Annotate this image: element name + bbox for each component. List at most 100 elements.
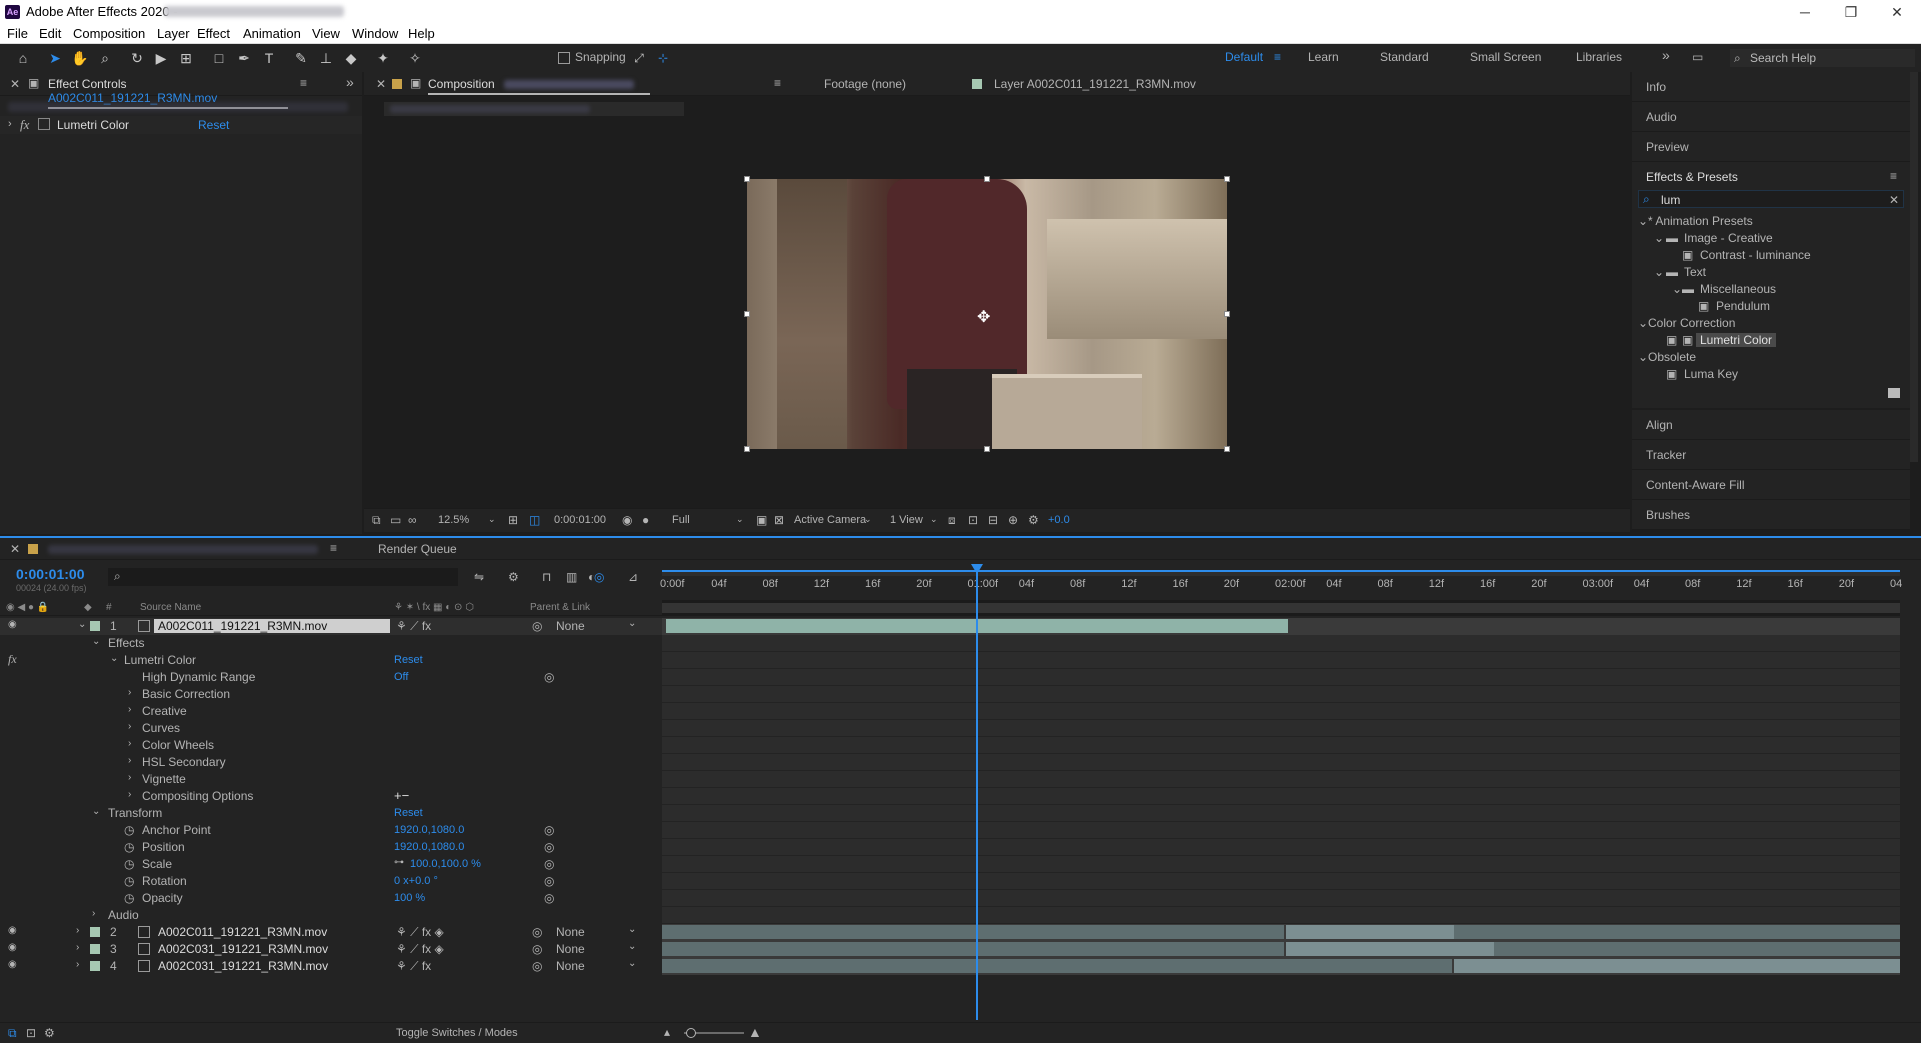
property-value[interactable]: 100.0,100.0 %: [410, 858, 481, 870]
transform-reset-link[interactable]: Reset: [394, 807, 423, 819]
frame-handle-tl[interactable]: [744, 176, 750, 182]
chevron-right-icon[interactable]: ›: [128, 687, 131, 698]
workspace-small-screen[interactable]: Small Screen: [1470, 50, 1541, 64]
snapping-checkbox[interactable]: [558, 52, 570, 64]
clone-stamp-tool-icon[interactable]: ⊥: [315, 47, 337, 69]
stopwatch-icon[interactable]: ◷: [124, 823, 134, 837]
hdr-row[interactable]: High Dynamic Range Off ◎: [0, 669, 662, 686]
zoom-dropdown[interactable]: 12.5%: [438, 514, 469, 526]
property-row[interactable]: ◷ Anchor Point 1920.0,1080.0 ◎: [0, 822, 662, 839]
property-value[interactable]: 100 %: [394, 892, 425, 904]
chevron-right-icon[interactable]: ›: [76, 925, 79, 936]
panel-overflow-icon[interactable]: »: [346, 74, 354, 90]
playhead[interactable]: [976, 564, 978, 1020]
layer-color-label[interactable]: [90, 961, 100, 971]
close-window-button[interactable]: ✕: [1874, 1, 1920, 23]
layer-name[interactable]: A002C011_191221_R3MN.mov: [154, 619, 390, 633]
panel-align[interactable]: Align: [1632, 410, 1910, 440]
parent-pickwhip-icon[interactable]: ◎: [532, 619, 542, 633]
tab-footage[interactable]: Footage (none): [824, 77, 906, 91]
composition-frame-image[interactable]: ✥: [747, 179, 1227, 449]
search-help-input[interactable]: ⌕ Search Help: [1730, 49, 1915, 67]
chevron-down-icon[interactable]: ⌄: [92, 806, 100, 817]
layer-row-2[interactable]: ◉ › 2 A002C011_191221_R3MN.mov ⚘ ⟋ fx ◈ …: [0, 924, 662, 941]
selection-tool-icon[interactable]: ➤: [44, 47, 66, 69]
frame-handle-tr[interactable]: [1224, 176, 1230, 182]
camera-chevron-icon[interactable]: ⌄: [864, 514, 872, 525]
workspace-menu-icon[interactable]: ≡: [1274, 50, 1281, 64]
parent-chevron-icon[interactable]: ⌄: [628, 958, 636, 969]
fx-icon[interactable]: fx: [20, 117, 29, 133]
anchor-point-icon[interactable]: ✥: [977, 307, 990, 327]
audio-group-row[interactable]: › Audio: [0, 907, 662, 924]
panel-preview[interactable]: Preview: [1632, 132, 1910, 162]
tree-item[interactable]: ▣ Pendulum: [1638, 299, 1906, 316]
chevron-right-icon[interactable]: ›: [128, 704, 131, 715]
show-channel-icon[interactable]: ●: [642, 513, 649, 527]
compositing-add-remove[interactable]: +−: [394, 788, 409, 803]
chevron-right-icon[interactable]: ›: [128, 721, 131, 732]
source-name-header[interactable]: Source Name: [140, 602, 201, 613]
expression-pickwhip-icon[interactable]: ◎: [544, 857, 554, 871]
zoom-out-icon[interactable]: ▴: [664, 1025, 670, 1039]
layer-switches[interactable]: ⚘ ⟋ fx: [396, 959, 431, 974]
expression-pickwhip-icon[interactable]: ◎: [544, 840, 554, 854]
frame-handle-br[interactable]: [1224, 446, 1230, 452]
sub-group-row[interactable]: › Basic Correction: [0, 686, 662, 703]
property-value[interactable]: 1920.0,1080.0: [394, 824, 464, 836]
panel-brushes[interactable]: Brushes: [1632, 500, 1910, 530]
views-dropdown[interactable]: 1 View: [890, 514, 923, 526]
eye-icon[interactable]: ◉: [8, 925, 17, 936]
close-timeline-tab-icon[interactable]: ✕: [10, 542, 20, 556]
effect-reset-link[interactable]: Reset: [198, 118, 229, 132]
right-panel-scrollbar[interactable]: [1910, 72, 1918, 462]
tree-item[interactable]: ⌄ * Animation Presets: [1638, 214, 1906, 231]
property-row[interactable]: ◷ Opacity 100 % ◎: [0, 890, 662, 907]
layer-name[interactable]: A002C031_191221_R3MN.mov: [158, 959, 328, 973]
layer-row-3[interactable]: ◉ › 3 A002C031_191221_R3MN.mov ⚘ ⟋ fx ◈ …: [0, 941, 662, 958]
sub-group-row[interactable]: › Compositing Options +−: [0, 788, 662, 805]
menu-edit[interactable]: Edit: [39, 26, 61, 41]
camera-dropdown[interactable]: Active Camera: [794, 514, 866, 526]
panel-tracker[interactable]: Tracker: [1632, 440, 1910, 470]
hand-tool-icon[interactable]: ✋: [69, 47, 91, 69]
3d-glasses-icon[interactable]: ∞: [408, 513, 417, 527]
constrain-proportions-icon[interactable]: ⊶: [394, 857, 404, 868]
stopwatch-icon[interactable]: ◷: [124, 891, 134, 905]
effects-search-input[interactable]: ⌕ lum ✕: [1638, 190, 1904, 208]
panel-content-aware-fill[interactable]: Content-Aware Fill: [1632, 470, 1910, 500]
chevron-right-icon[interactable]: ›: [128, 789, 131, 800]
transform-group-row[interactable]: ⌄ Transform Reset: [0, 805, 662, 822]
layer-switches[interactable]: ⚘ ⟋ fx: [396, 619, 431, 634]
time-ruler[interactable]: 0:00f 04f 08f 12f 16f 20f 01:00f 04f 08f 12f 16f 20…: [660, 562, 1902, 616]
render-time-toggle-icon[interactable]: ⚙: [44, 1026, 55, 1040]
parent-dropdown[interactable]: None: [556, 942, 585, 956]
sub-group-row[interactable]: › Vignette: [0, 771, 662, 788]
panel-layout-icon[interactable]: ▭: [1692, 50, 1703, 64]
frame-handle-bl[interactable]: [744, 446, 750, 452]
layer-4-bar[interactable]: [1454, 959, 1900, 973]
tab-render-queue[interactable]: Render Queue: [378, 542, 457, 556]
graph-toggle-icon[interactable]: ⊿: [628, 570, 638, 584]
expression-pickwhip-icon[interactable]: ◎: [544, 874, 554, 888]
layer-color-label[interactable]: [90, 621, 100, 631]
menu-help[interactable]: Help: [408, 26, 435, 41]
chevron-right-icon[interactable]: ›: [8, 118, 12, 130]
menu-animation[interactable]: Animation: [243, 26, 301, 41]
draft-3d-icon[interactable]: ⚙: [508, 570, 519, 584]
sub-group-row[interactable]: › Curves: [0, 720, 662, 737]
graph-editor-icon[interactable]: ◎: [594, 570, 604, 584]
menu-view[interactable]: View: [312, 26, 340, 41]
effects-menu-icon[interactable]: ≡: [1890, 169, 1897, 183]
views-chevron-icon[interactable]: ⌄: [930, 514, 938, 525]
tree-item[interactable]: ⌄ Obsolete: [1638, 350, 1906, 367]
eye-icon[interactable]: ◉: [8, 619, 17, 630]
lock-icon[interactable]: ▣: [28, 76, 39, 90]
timeline-comp-name-blurred[interactable]: [48, 545, 318, 554]
comp-navigator-bar[interactable]: [662, 600, 1900, 616]
minimize-button[interactable]: ─: [1782, 1, 1828, 23]
parent-pickwhip-icon[interactable]: ◎: [532, 942, 542, 956]
fx-icon[interactable]: fx: [8, 652, 17, 667]
sub-group-row[interactable]: › Creative: [0, 703, 662, 720]
parent-pickwhip-icon[interactable]: ◎: [532, 959, 542, 973]
